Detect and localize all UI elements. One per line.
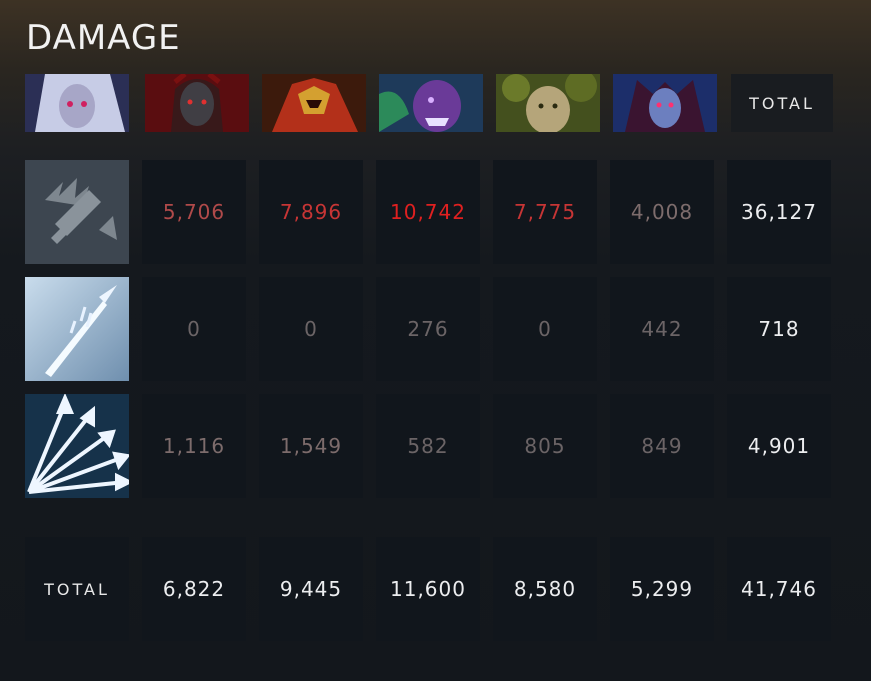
hero-total-cell: 9,445 xyxy=(259,537,363,641)
damage-cell: 1,549 xyxy=(259,394,363,498)
hero-portrait-4[interactable] xyxy=(379,74,483,132)
hero-portrait-1[interactable] xyxy=(25,74,129,132)
multishot-icon xyxy=(25,394,129,498)
hero-total-cell: 8,580 xyxy=(493,537,597,641)
row-total-cell: 4,901 xyxy=(727,394,831,498)
drow-ranger-portrait-icon xyxy=(25,74,129,132)
hero-total-cell: 6,822 xyxy=(142,537,246,641)
grand-total-cell: 41,746 xyxy=(727,537,831,641)
hero-portrait-6[interactable] xyxy=(613,74,717,132)
damage-cell: 849 xyxy=(610,394,714,498)
multishot-row-icon[interactable] xyxy=(25,394,129,498)
treant-portrait-icon xyxy=(496,74,600,132)
damage-cell: 0 xyxy=(259,277,363,381)
hero-portrait-2[interactable] xyxy=(145,74,249,132)
hero-portrait-3[interactable] xyxy=(262,74,366,132)
faceless-void-portrait-icon xyxy=(379,74,483,132)
row-total-cell: 36,127 xyxy=(727,160,831,264)
damage-cell: 7,896 xyxy=(259,160,363,264)
damage-cell: 276 xyxy=(376,277,480,381)
hero-total-cell: 11,600 xyxy=(376,537,480,641)
queen-of-pain-portrait-icon xyxy=(145,74,249,132)
total-row-label: TOTAL xyxy=(25,537,129,641)
vengeful-spirit-portrait-icon xyxy=(613,74,717,132)
attack-damage-row-icon[interactable] xyxy=(25,160,129,264)
damage-cell: 5,706 xyxy=(142,160,246,264)
total-column-header: TOTAL xyxy=(731,74,833,132)
attack-damage-icon xyxy=(25,160,129,264)
hero-total-cell: 5,299 xyxy=(610,537,714,641)
damage-cell: 4,008 xyxy=(610,160,714,264)
damage-title: DAMAGE xyxy=(26,18,181,58)
damage-cell: 442 xyxy=(610,277,714,381)
damage-cell: 1,116 xyxy=(142,394,246,498)
damage-cell: 7,775 xyxy=(493,160,597,264)
frost-arrow-row-icon[interactable] xyxy=(25,277,129,381)
damage-cell: 0 xyxy=(142,277,246,381)
row-total-cell: 718 xyxy=(727,277,831,381)
frost-arrow-icon xyxy=(25,277,129,381)
damage-cell: 805 xyxy=(493,394,597,498)
damage-cell: 582 xyxy=(376,394,480,498)
damage-cell: 0 xyxy=(493,277,597,381)
damage-cell: 10,742 xyxy=(376,160,480,264)
hero-portrait-5[interactable] xyxy=(496,74,600,132)
dragon-knight-portrait-icon xyxy=(262,74,366,132)
